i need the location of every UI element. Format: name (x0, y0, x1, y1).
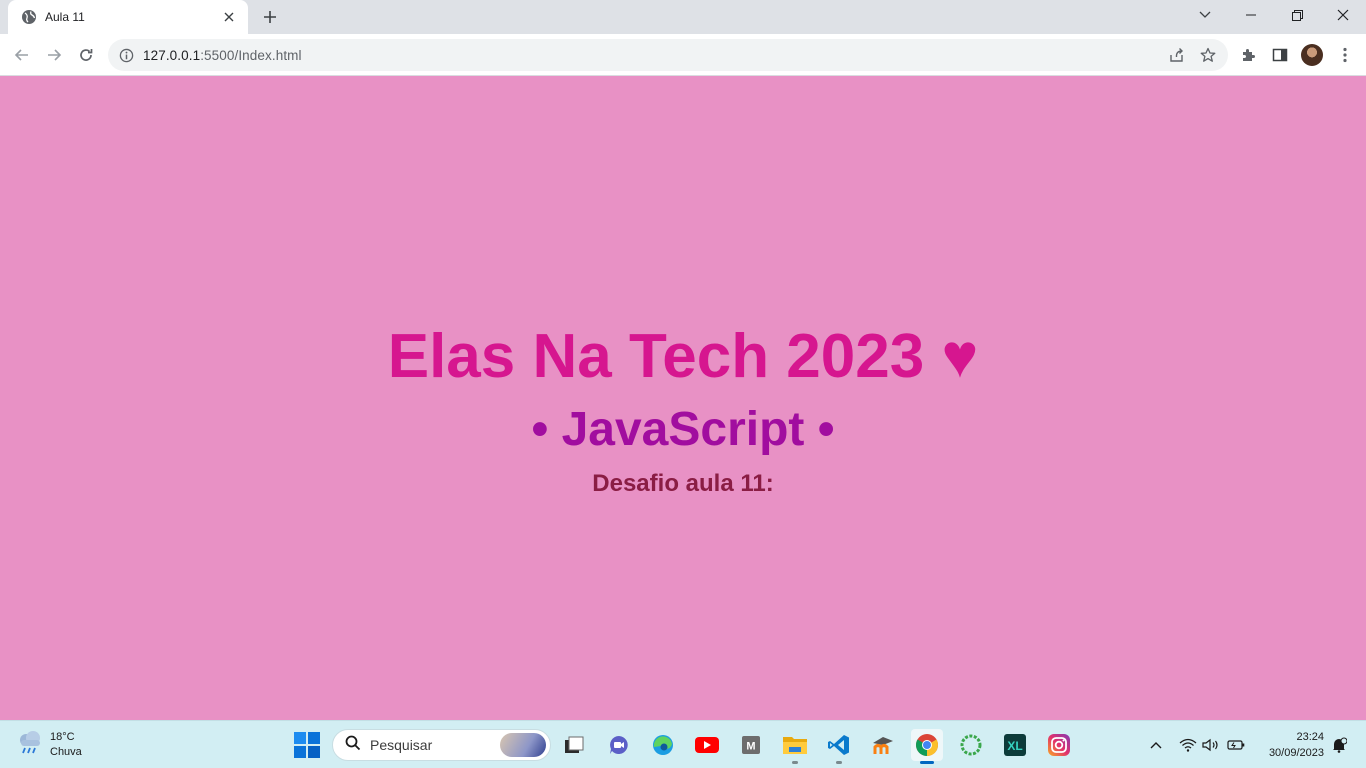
file-explorer-icon[interactable] (779, 729, 811, 764)
browser-toolbar: 127.0.0.1:5500/Index.html (0, 34, 1366, 76)
weather-widget[interactable]: 18°C Chuva (16, 729, 82, 760)
battery-icon[interactable] (1226, 735, 1246, 755)
page-subtitle: Desafio aula 11: (592, 470, 774, 497)
page-heading: Elas Na Tech 2023 ♥ (387, 322, 979, 391)
svg-text:XL: XL (1007, 739, 1022, 753)
page-subheading: • JavaScript • (531, 403, 835, 456)
tab-search-button[interactable] (1182, 0, 1228, 30)
rain-cloud-icon (16, 729, 44, 760)
search-highlight-image (500, 733, 546, 757)
running-indicator (920, 761, 934, 764)
browser-tab[interactable]: Aula 11 (8, 0, 248, 34)
wifi-icon[interactable] (1178, 735, 1198, 755)
extensions-icon[interactable] (1234, 41, 1262, 69)
m-app-icon[interactable]: M (735, 729, 767, 761)
globe-icon (21, 9, 37, 25)
site-info-icon[interactable] (118, 47, 134, 63)
volume-icon[interactable] (1201, 735, 1221, 755)
search-placeholder: Pesquisar (370, 737, 433, 753)
menu-kebab-icon[interactable] (1331, 41, 1359, 69)
new-tab-button[interactable] (258, 6, 282, 28)
chevron-up-icon[interactable] (1146, 735, 1166, 755)
tab-strip: Aula 11 (0, 0, 1366, 34)
vscode-icon[interactable] (823, 729, 855, 764)
clock-time: 23:24 (1296, 731, 1324, 743)
url-path: :5500/Index.html (200, 47, 302, 63)
youtube-icon[interactable] (691, 729, 723, 761)
xl-app-icon[interactable]: XL (999, 729, 1031, 761)
weather-condition: Chuva (50, 745, 82, 758)
windows-start-icon[interactable] (294, 732, 320, 758)
edge-icon[interactable] (647, 729, 679, 761)
moodle-icon[interactable] (867, 729, 899, 761)
side-panel-icon[interactable] (1266, 41, 1294, 69)
running-indicator (792, 761, 798, 764)
close-window-button[interactable] (1320, 0, 1366, 30)
running-indicator (836, 761, 842, 764)
chrome-icon[interactable] (911, 729, 943, 764)
close-tab-icon[interactable] (220, 8, 238, 26)
share-icon[interactable] (1167, 45, 1187, 65)
back-button[interactable] (8, 41, 36, 69)
notifications-icon[interactable] (1329, 735, 1349, 755)
system-clock[interactable]: 23:24 30/09/2023 (1258, 729, 1324, 761)
clock-date: 30/09/2023 (1268, 747, 1324, 759)
taskbar-search[interactable]: Pesquisar (332, 729, 551, 761)
url-host: 127.0.0.1 (143, 47, 201, 63)
restore-button[interactable] (1274, 0, 1320, 30)
url-text: 127.0.0.1:5500/Index.html (143, 48, 302, 63)
page-viewport: Elas Na Tech 2023 ♥ • JavaScript • Desaf… (0, 77, 1366, 720)
forward-button[interactable] (40, 41, 68, 69)
circle-app-icon[interactable] (955, 729, 987, 761)
weather-temp: 18°C (50, 730, 75, 743)
profile-avatar[interactable] (1301, 44, 1323, 66)
teams-chat-icon[interactable] (603, 729, 635, 761)
task-view-icon[interactable] (558, 729, 590, 761)
reload-button[interactable] (72, 41, 100, 69)
minimize-button[interactable] (1228, 0, 1274, 30)
tab-title: Aula 11 (45, 10, 85, 24)
search-icon (345, 735, 361, 756)
instagram-icon[interactable] (1043, 729, 1075, 761)
svg-text:M: M (746, 741, 755, 753)
bookmark-star-icon[interactable] (1198, 45, 1218, 65)
address-bar[interactable]: 127.0.0.1:5500/Index.html (108, 39, 1228, 71)
taskbar: 18°C Chuva Pesquisar M XL 23:24 30/09/20… (0, 720, 1366, 768)
